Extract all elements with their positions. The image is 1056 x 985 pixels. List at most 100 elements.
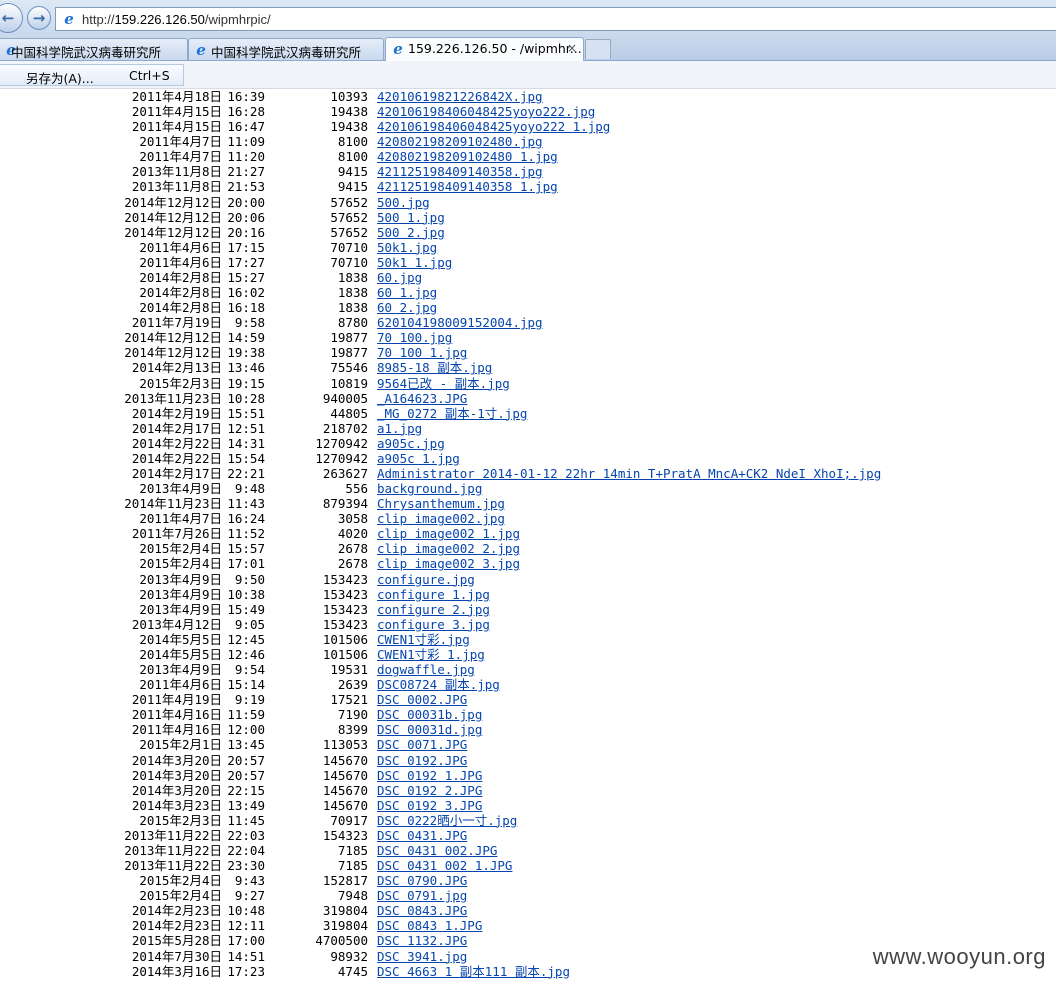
file-link[interactable]: a905c 1.jpg bbox=[377, 451, 460, 466]
file-link[interactable]: DSC 0431.JPG bbox=[377, 828, 467, 843]
file-link[interactable]: DSC 0192 2.JPG bbox=[377, 783, 482, 798]
file-link[interactable]: DSC 00031b.jpg bbox=[377, 707, 482, 722]
file-link[interactable]: 60.jpg bbox=[377, 270, 422, 285]
tab-wiv-1[interactable]: e 中国科学院武汉病毒研究所 bbox=[0, 38, 188, 60]
file-size: 1838 bbox=[337, 269, 368, 285]
file-time: 21:27 bbox=[227, 164, 265, 180]
save-as-menu-item[interactable]: 另存为(A)... Ctrl+S bbox=[0, 64, 184, 86]
file-link[interactable]: 620104198009152004.jpg bbox=[377, 315, 543, 330]
list-item: 2014年2月17日 12:51 218702 a1.jpg bbox=[0, 421, 1056, 436]
file-link[interactable]: DSC 1132.JPG bbox=[377, 933, 467, 948]
file-link[interactable]: DSC08724 副本.jpg bbox=[377, 677, 500, 692]
file-link[interactable]: 70 100 1.jpg bbox=[377, 345, 467, 360]
list-item: 2015年2月4日 17:01 2678 clip image002 3.jpg bbox=[0, 556, 1056, 571]
file-link[interactable]: 500 1.jpg bbox=[377, 210, 445, 225]
file-link[interactable]: DSC 3941.jpg bbox=[377, 949, 467, 964]
file-link[interactable]: _A164623.JPG bbox=[377, 391, 467, 406]
file-link[interactable]: 421125198409140358.jpg bbox=[377, 164, 543, 179]
file-link[interactable]: 60 1.jpg bbox=[377, 285, 437, 300]
file-link[interactable]: DSC 0843 1.JPG bbox=[377, 918, 482, 933]
file-link[interactable]: _MG_0272 副本-1寸.jpg bbox=[377, 406, 527, 421]
file-link[interactable]: DSC 0192 3.JPG bbox=[377, 798, 482, 813]
file-link[interactable]: 8985-18 副本.jpg bbox=[377, 360, 492, 375]
file-link[interactable]: 420106198406048425yoyo222 1.jpg bbox=[377, 119, 610, 134]
list-item: 2015年2月4日 15:57 2678 clip image002 2.jpg bbox=[0, 541, 1056, 556]
file-size: 2639 bbox=[337, 677, 368, 693]
file-link[interactable]: DSC 0002.JPG bbox=[377, 692, 467, 707]
file-link[interactable]: DSC 0431 002 1.JPG bbox=[377, 858, 512, 873]
file-date: 2014年3月16日 bbox=[131, 963, 222, 979]
file-link[interactable]: 42010619821226842X.jpg bbox=[377, 89, 543, 104]
file-link[interactable]: 420802198209102480 1.jpg bbox=[377, 149, 558, 164]
file-link[interactable]: 421125198409140358 1.jpg bbox=[377, 179, 558, 194]
file-link[interactable]: DSC 4663 1 副本111 副本.jpg bbox=[377, 964, 570, 979]
list-item: 2014年12月12日 19:38 19877 70 100 1.jpg bbox=[0, 345, 1056, 360]
address-input[interactable]: e http://159.226.126.50/wipmhrpic/ bbox=[55, 7, 1056, 31]
file-date: 2014年2月19日 bbox=[131, 405, 222, 421]
file-link[interactable]: clip image002 2.jpg bbox=[377, 541, 520, 556]
file-time: 21:53 bbox=[227, 179, 265, 195]
file-link[interactable]: 50k1 1.jpg bbox=[377, 255, 452, 270]
file-size: 7185 bbox=[337, 843, 368, 858]
list-item: 2011年7月26日 11:52 4020 clip image002 1.jpg bbox=[0, 526, 1056, 541]
file-link[interactable]: DSC 0431 002.JPG bbox=[377, 843, 497, 858]
file-link[interactable]: 70 100.jpg bbox=[377, 330, 452, 345]
file-link[interactable]: clip image002 3.jpg bbox=[377, 556, 520, 571]
file-date: 2015年2月4日 bbox=[139, 541, 222, 557]
file-link[interactable]: a905c.jpg bbox=[377, 436, 445, 451]
file-link[interactable]: Administrator 2014-01-12 22hr 14min T+Pr… bbox=[377, 466, 881, 481]
file-size: 4020 bbox=[337, 526, 368, 542]
file-link[interactable]: Chrysanthemum.jpg bbox=[377, 496, 505, 511]
file-date: 2014年5月5日 bbox=[139, 631, 222, 647]
file-link[interactable]: 60 2.jpg bbox=[377, 300, 437, 315]
file-link[interactable]: background.jpg bbox=[377, 481, 482, 496]
new-tab-button[interactable] bbox=[585, 39, 611, 59]
file-link[interactable]: DSC 0222晒小一寸.jpg bbox=[377, 813, 517, 828]
file-link[interactable]: clip image002 1.jpg bbox=[377, 526, 520, 541]
close-icon[interactable]: × bbox=[567, 41, 577, 55]
list-item: 2014年2月23日 10:48 319804 DSC 0843.JPG bbox=[0, 903, 1056, 918]
file-size: 9415 bbox=[337, 164, 368, 180]
file-link[interactable]: a1.jpg bbox=[377, 421, 422, 436]
file-link[interactable]: 9564已改 - 副本.jpg bbox=[377, 376, 510, 391]
file-link[interactable]: 500 2.jpg bbox=[377, 225, 445, 240]
file-link[interactable]: 50k1.jpg bbox=[377, 240, 437, 255]
file-size: 556 bbox=[345, 481, 368, 497]
file-link[interactable]: DSC 0791.jpg bbox=[377, 888, 467, 903]
file-time: 22:04 bbox=[227, 843, 265, 858]
file-date: 2015年2月4日 bbox=[139, 556, 222, 572]
file-size: 4745 bbox=[337, 963, 368, 979]
file-link[interactable]: DSC 0843.JPG bbox=[377, 903, 467, 918]
file-link[interactable]: clip image002.jpg bbox=[377, 511, 505, 526]
file-link[interactable]: 500.jpg bbox=[377, 195, 430, 210]
tab-directory-listing[interactable]: e 159.226.126.50 - /wipmhr... × bbox=[385, 37, 584, 61]
file-link[interactable]: 420106198406048425yoyo222.jpg bbox=[377, 104, 595, 119]
file-time: 9:54 bbox=[234, 662, 265, 678]
file-link[interactable]: DSC 0071.JPG bbox=[377, 737, 467, 752]
tab-wiv-2[interactable]: e 中国科学院武汉病毒研究所 bbox=[188, 38, 384, 60]
file-link[interactable]: configure.jpg bbox=[377, 572, 475, 587]
list-item: 2011年4月6日 17:27 70710 50k1 1.jpg bbox=[0, 255, 1056, 270]
file-link[interactable]: DSC 00031d.jpg bbox=[377, 722, 482, 737]
file-date: 2013年11月23日 bbox=[124, 390, 222, 406]
file-time: 17:15 bbox=[227, 239, 265, 255]
forward-button[interactable]: → bbox=[27, 6, 51, 30]
file-date: 2011年4月6日 bbox=[139, 677, 222, 693]
file-link[interactable]: CWEN1寸彩.jpg bbox=[377, 632, 470, 647]
list-item: 2011年4月6日 15:14 2639 DSC08724 副本.jpg bbox=[0, 677, 1056, 692]
file-link[interactable]: configure 2.jpg bbox=[377, 602, 490, 617]
file-link[interactable]: DSC 0192 1.JPG bbox=[377, 768, 482, 783]
file-link[interactable]: DSC 0790.JPG bbox=[377, 873, 467, 888]
file-date: 2013年11月8日 bbox=[131, 179, 222, 195]
file-link[interactable]: 420802198209102480.jpg bbox=[377, 134, 543, 149]
file-link[interactable]: CWEN1寸彩 1.jpg bbox=[377, 647, 485, 662]
list-item: 2014年5月5日 12:46 101506 CWEN1寸彩 1.jpg bbox=[0, 647, 1056, 662]
file-time: 9:19 bbox=[234, 692, 265, 708]
file-link[interactable]: DSC 0192.JPG bbox=[377, 753, 467, 768]
list-item: 2014年2月19日 15:51 44805 _MG_0272 副本-1寸.jpg bbox=[0, 406, 1056, 421]
file-link[interactable]: configure 1.jpg bbox=[377, 587, 490, 602]
file-date: 2014年2月8日 bbox=[139, 285, 222, 301]
back-button[interactable]: ← bbox=[0, 3, 23, 33]
file-link[interactable]: configure 3.jpg bbox=[377, 617, 490, 632]
file-link[interactable]: dogwaffle.jpg bbox=[377, 662, 475, 677]
